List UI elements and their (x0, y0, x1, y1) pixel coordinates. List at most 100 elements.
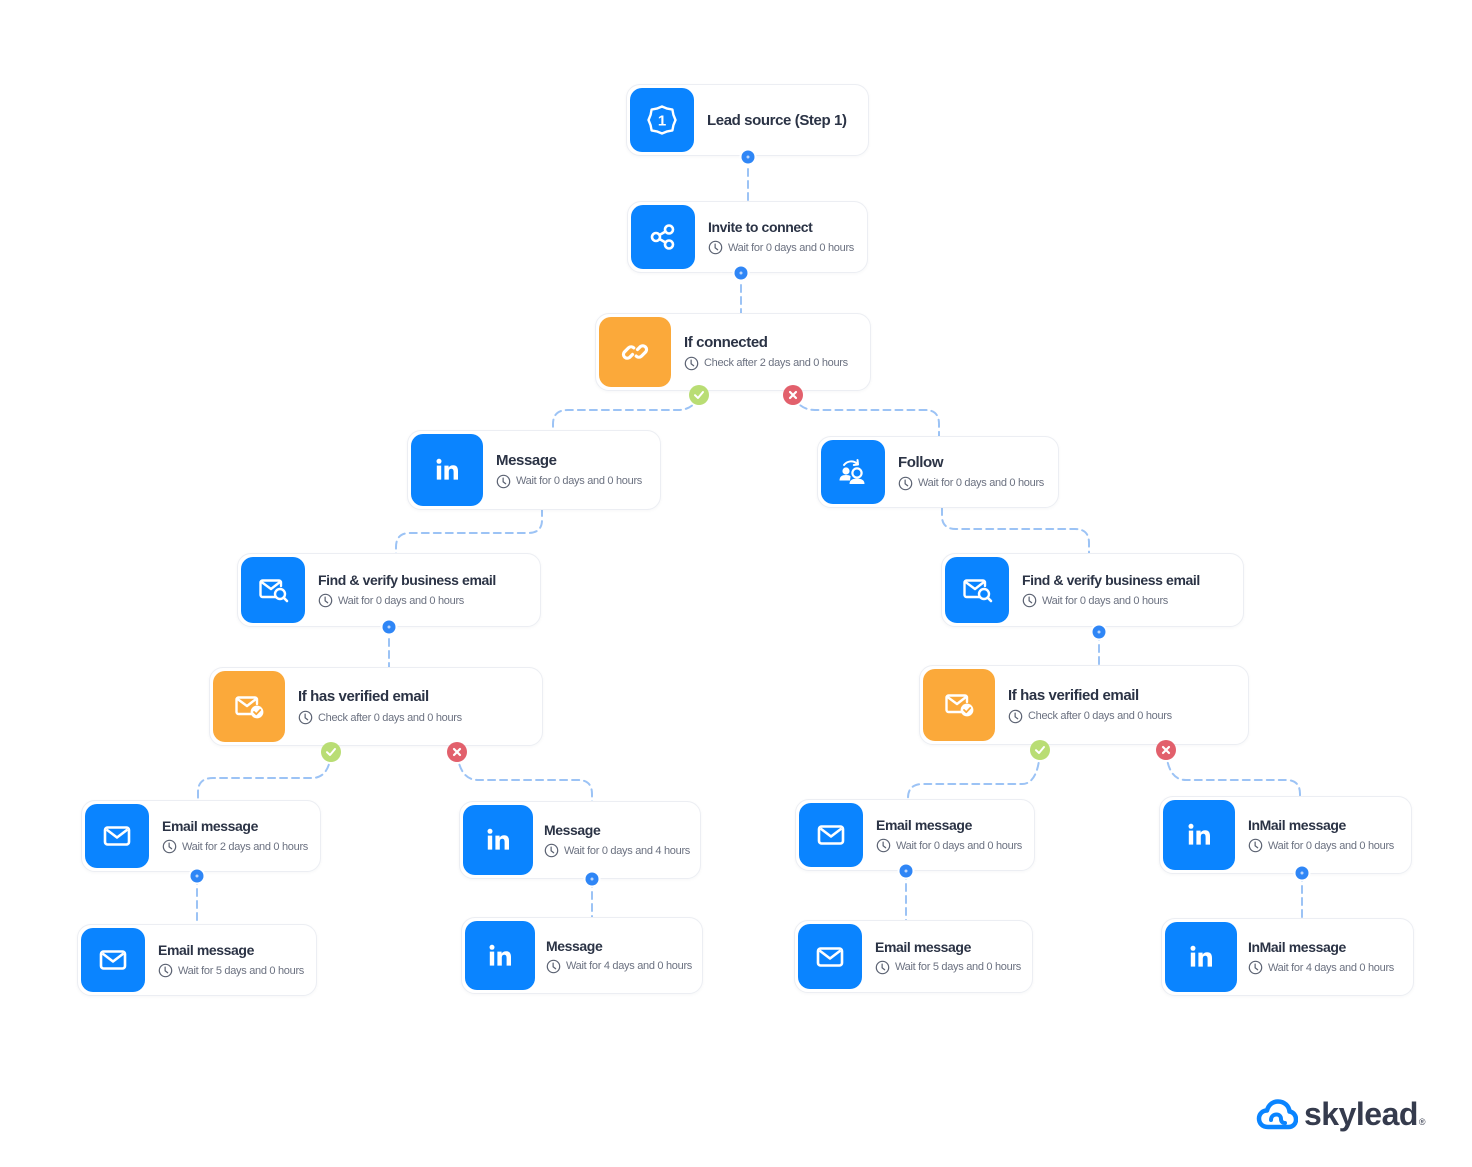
node-title: Find & verify business email (1022, 572, 1200, 588)
yes-branch-check-icon[interactable] (321, 742, 341, 762)
node-title: Email message (875, 938, 971, 955)
clock-icon (544, 843, 559, 858)
node-delay: Wait for 0 days and 4 hours (564, 844, 691, 857)
node-delay: Check after 0 days and 0 hours (1028, 710, 1172, 722)
clock-icon (318, 593, 333, 608)
node-if-verified-email-left[interactable]: If has verified email Check after 0 days… (209, 667, 543, 746)
node-message-left[interactable]: Message Wait for 0 days and 0 hours (407, 430, 661, 510)
node-message-b1[interactable]: Message Wait for 0 days and 4 hours (459, 801, 701, 879)
node-if-verified-email-right[interactable]: If has verified email Check after 0 days… (919, 665, 1249, 745)
node-delay: Wait for 0 days and 0 hours (516, 475, 643, 487)
registered-mark: ® (1418, 1116, 1426, 1127)
no-branch-x-icon[interactable] (783, 385, 803, 405)
brand-name: skylead (1304, 1096, 1418, 1132)
clock-icon (158, 963, 173, 978)
email-verified-icon (923, 669, 995, 741)
clock-icon (1248, 838, 1263, 853)
node-delay: Check after 2 days and 0 hours (704, 357, 848, 369)
email-search-icon (241, 557, 305, 623)
edge-ifemail-left-yes (197, 752, 332, 802)
node-title: Email message (876, 817, 972, 833)
node-delay: Wait for 2 days and 0 hours (182, 840, 309, 853)
skylead-logo: skylead ® (1256, 1096, 1426, 1133)
email-verified-icon (213, 671, 285, 742)
connector-dot[interactable] (190, 869, 204, 883)
email-search-icon (945, 557, 1009, 623)
share-nodes-icon (631, 205, 695, 269)
cloud-logo-icon (1256, 1098, 1298, 1129)
edge-ifemail-right-yes (907, 750, 1041, 801)
node-title: Email message (158, 942, 254, 958)
node-email-message-r1[interactable]: Email message Wait for 0 days and 0 hour… (795, 799, 1035, 871)
node-delay: Wait for 0 days and 0 hours (896, 839, 1023, 852)
node-inmail-message-2[interactable]: InMail message Wait for 4 days and 0 hou… (1161, 918, 1414, 996)
no-branch-x-icon[interactable] (1156, 740, 1176, 760)
no-branch-x-icon[interactable] (447, 742, 467, 762)
node-delay: Wait for 0 days and 0 hours (728, 241, 855, 254)
node-title: InMail message (1248, 939, 1346, 955)
node-delay: Wait for 0 days and 0 hours (1042, 594, 1169, 607)
node-find-verify-email-left[interactable]: Find & verify business email Wait for 0 … (237, 553, 541, 627)
edge-ifemail-right-no (1165, 750, 1301, 798)
node-title: Message (546, 937, 603, 954)
node-email-message-1[interactable]: Email message Wait for 2 days and 0 hour… (81, 800, 321, 872)
node-delay: Wait for 0 days and 0 hours (918, 477, 1045, 489)
connector-dot[interactable] (734, 266, 748, 280)
node-delay: Wait for 5 days and 0 hours (178, 964, 305, 977)
node-if-connected[interactable]: If connected Check after 2 days and 0 ho… (595, 313, 871, 391)
edge-ifconnected-yes-to-message (552, 395, 700, 432)
clock-icon (298, 710, 313, 725)
edge-follow-to-find-right (941, 507, 1090, 555)
node-title: If has verified email (1008, 686, 1139, 704)
connector-dot[interactable] (1295, 866, 1309, 880)
node-title: Message (544, 822, 601, 838)
node-follow[interactable]: Follow Wait for 0 days and 0 hours (817, 436, 1059, 508)
connector-dot[interactable] (741, 150, 755, 164)
link-icon (599, 317, 671, 387)
node-title: Follow (898, 453, 944, 471)
node-delay: Wait for 0 days and 0 hours (1268, 839, 1395, 852)
clock-icon (546, 959, 561, 974)
node-message-b2[interactable]: Message Wait for 4 days and 0 hours (461, 917, 703, 994)
linkedin-icon (1163, 800, 1235, 870)
linkedin-icon (411, 434, 483, 506)
connector-dot[interactable] (585, 872, 599, 886)
node-delay: Check after 0 days and 0 hours (318, 711, 462, 724)
node-email-message-2[interactable]: Email message Wait for 5 days and 0 hour… (77, 924, 317, 996)
yes-branch-check-icon[interactable] (689, 385, 709, 405)
edge-ifconnected-no-to-follow (792, 395, 940, 438)
clock-icon (684, 356, 699, 371)
yes-branch-check-icon[interactable] (1030, 740, 1050, 760)
node-title: If connected (684, 333, 768, 351)
clock-icon (876, 838, 891, 853)
clock-icon (708, 240, 723, 255)
envelope-icon (81, 928, 145, 992)
node-delay: Wait for 4 days and 0 hours (1268, 961, 1395, 974)
node-delay: Wait for 5 days and 0 hours (895, 961, 1022, 973)
linkedin-icon (463, 805, 533, 875)
node-inmail-message-1[interactable]: InMail message Wait for 0 days and 0 hou… (1159, 796, 1412, 874)
node-find-verify-email-right[interactable]: Find & verify business email Wait for 0 … (941, 553, 1244, 627)
node-lead-source[interactable]: Lead source (Step 1) (626, 84, 869, 156)
connector-dot[interactable] (1092, 625, 1106, 639)
clock-icon (898, 476, 913, 491)
node-title: Find & verify business email (318, 572, 496, 588)
envelope-icon (798, 924, 862, 989)
edge-message-to-find-left (395, 508, 543, 555)
step-1-badge-icon (630, 88, 694, 152)
connector-dot[interactable] (382, 620, 396, 634)
node-title: If has verified email (298, 688, 429, 705)
clock-icon (496, 474, 511, 489)
envelope-icon (799, 803, 863, 867)
node-invite-to-connect[interactable]: Invite to connect Wait for 0 days and 0 … (627, 201, 868, 273)
node-email-message-r2[interactable]: Email message Wait for 5 days and 0 hour… (794, 920, 1033, 993)
node-delay: Wait for 4 days and 0 hours (566, 960, 693, 972)
node-title: Email message (162, 818, 258, 834)
connector-dot[interactable] (899, 864, 913, 878)
clock-icon (1022, 593, 1037, 608)
node-title: InMail message (1248, 817, 1346, 833)
clock-icon (1008, 709, 1023, 724)
linkedin-icon (1165, 922, 1237, 992)
node-title: Lead source (Step 1) (707, 111, 847, 129)
clock-icon (1248, 960, 1263, 975)
